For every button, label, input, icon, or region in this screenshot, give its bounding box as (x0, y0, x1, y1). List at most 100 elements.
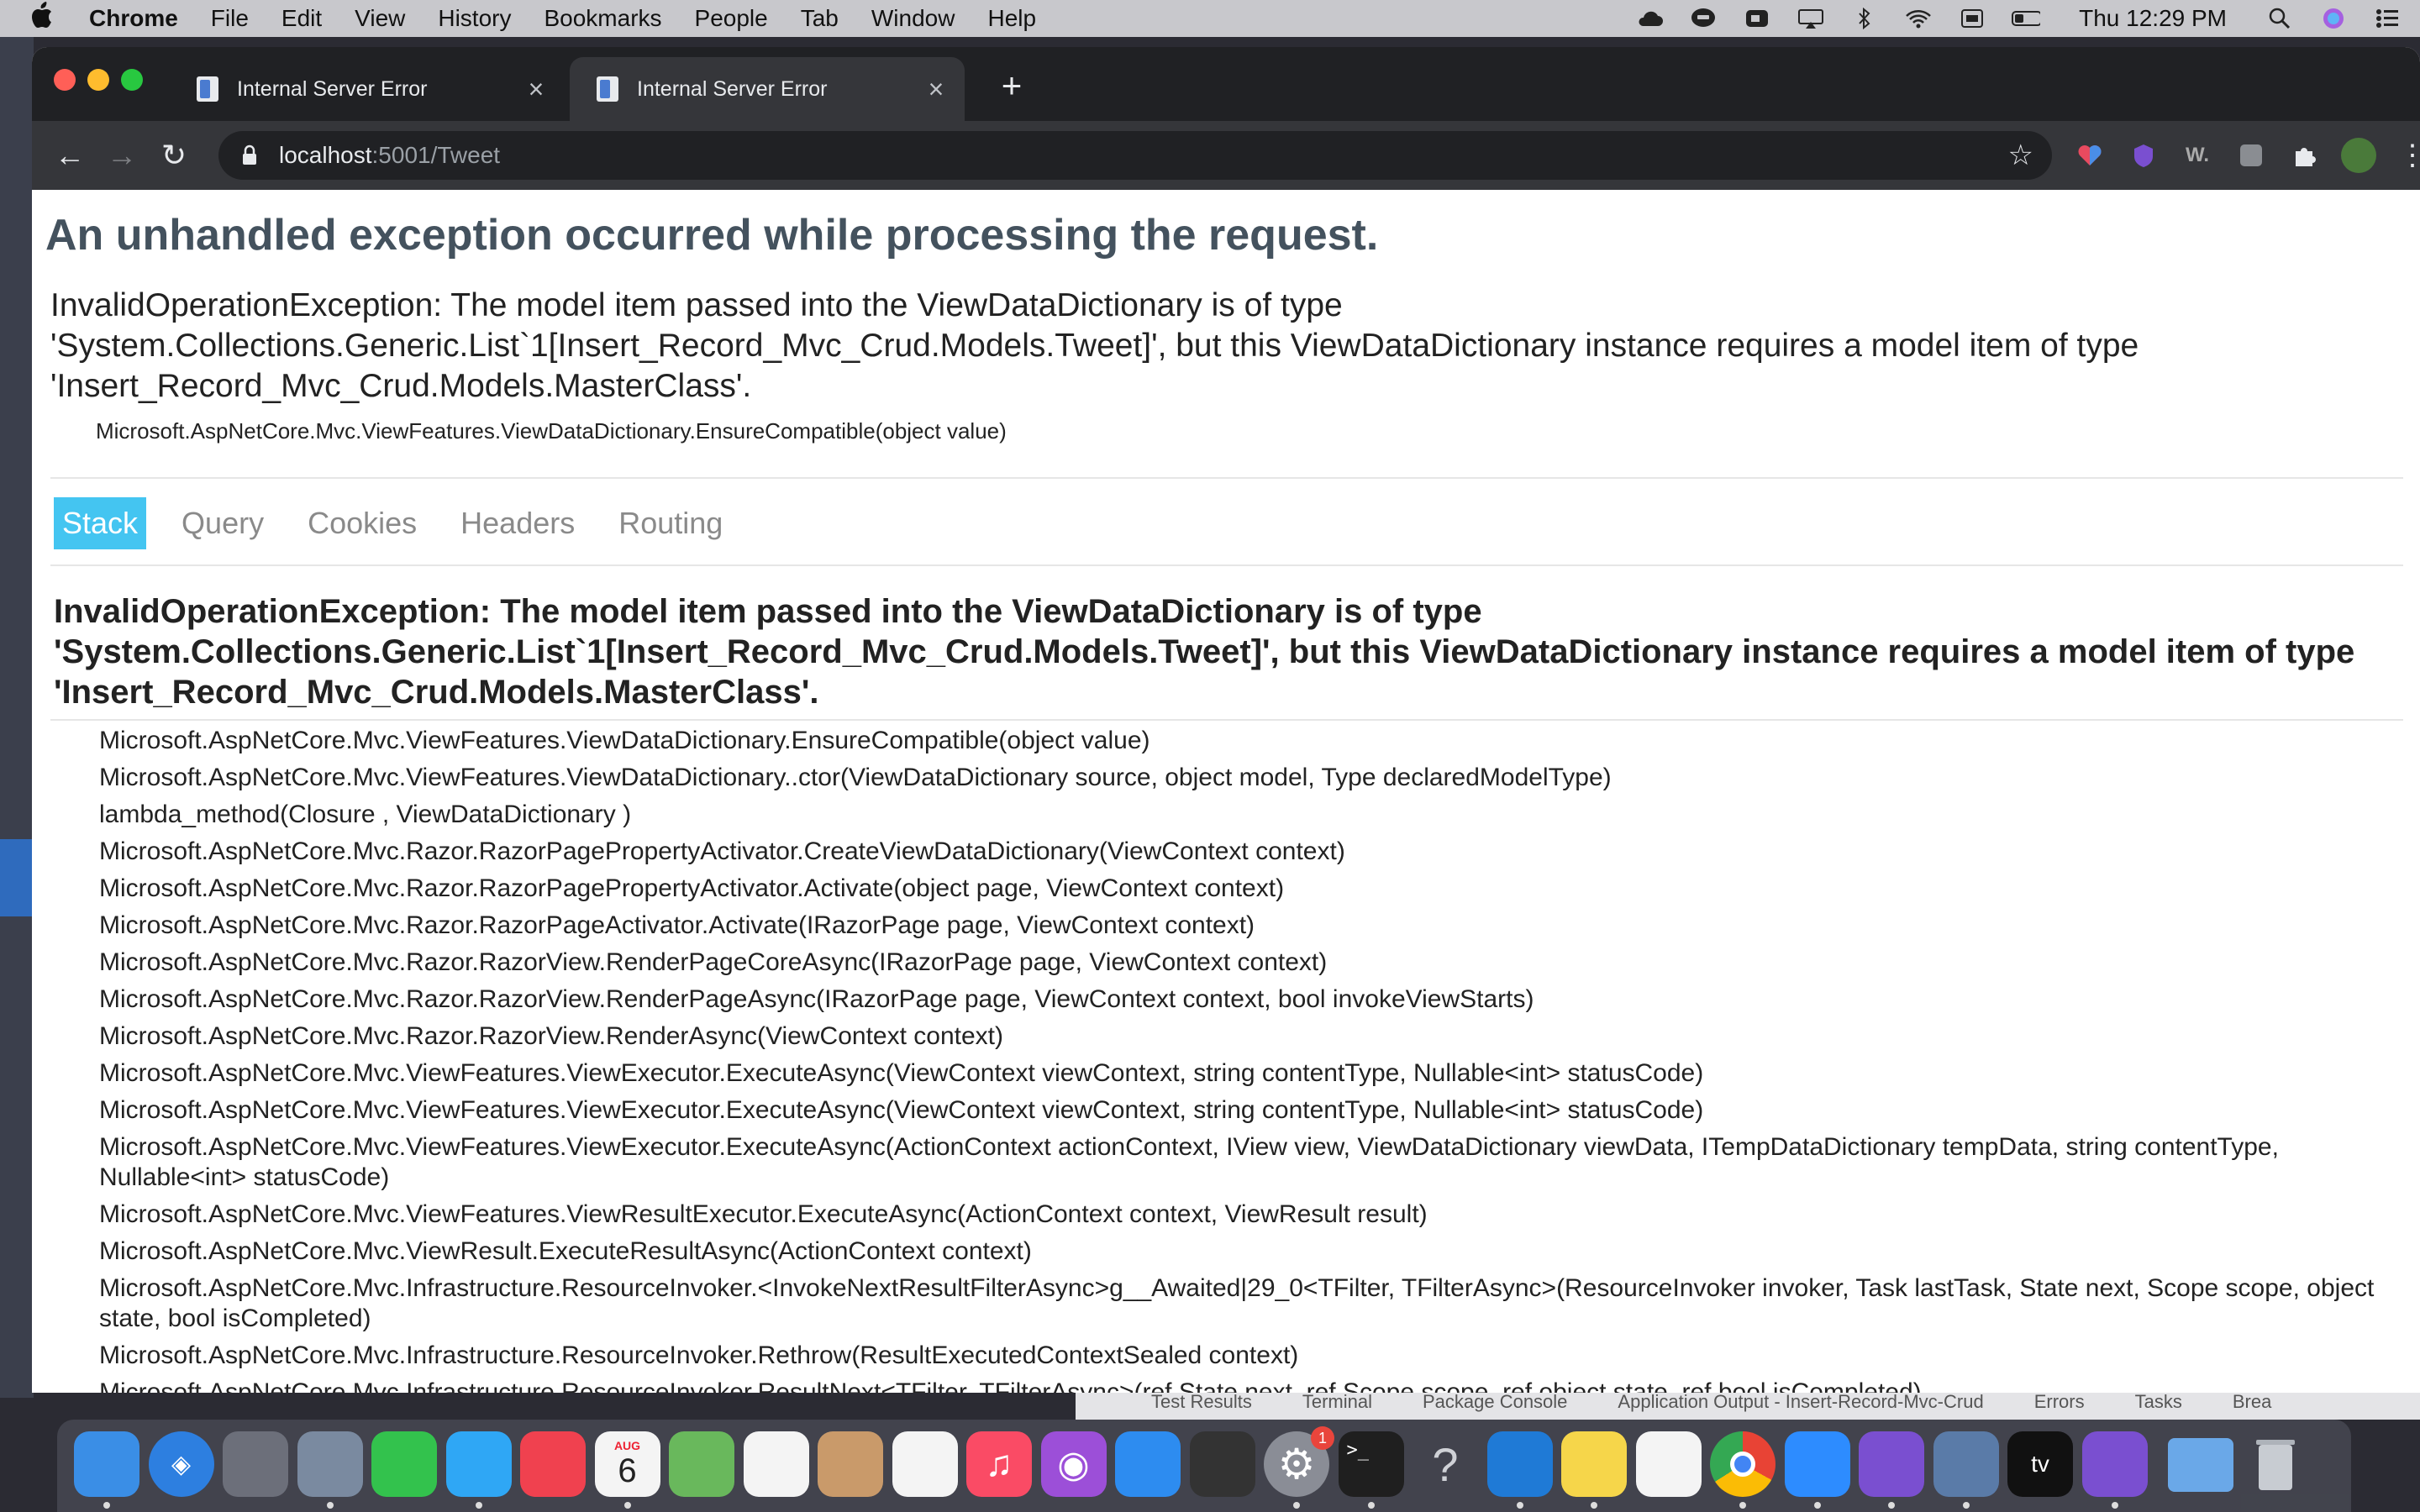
site-info-lock-icon[interactable] (237, 144, 262, 166)
launchpad-icon[interactable] (223, 1431, 288, 1497)
extension-square-icon[interactable] (2233, 138, 2269, 173)
system-preferences-icon[interactable]: ⚙ 1 (1264, 1426, 1334, 1497)
extension-w-icon[interactable]: W. (2180, 138, 2215, 173)
photos-icon[interactable] (743, 1431, 809, 1497)
stack-frame[interactable]: Microsoft.AspNetCore.Mvc.Razor.RazorPage… (99, 837, 2418, 867)
apple-logo-icon[interactable] (29, 1, 66, 36)
bookmark-star-icon[interactable]: ☆ (2008, 139, 2033, 171)
maps-icon[interactable] (669, 1431, 734, 1497)
stack-frame[interactable]: Microsoft.AspNetCore.Mvc.Infrastructure.… (99, 1273, 2418, 1334)
pad-package-console[interactable]: Package Console (1423, 1391, 1567, 1413)
menu-app-name[interactable]: Chrome (89, 5, 178, 32)
stack-frame[interactable]: Microsoft.AspNetCore.Mvc.ViewFeatures.Vi… (99, 726, 2418, 756)
cloud-icon[interactable] (1635, 8, 1664, 29)
menu-file[interactable]: File (211, 5, 249, 32)
close-tab-icon[interactable]: × (519, 74, 553, 105)
trash-icon[interactable] (2243, 1431, 2308, 1497)
stack-frame[interactable]: Microsoft.AspNetCore.Mvc.ViewFeatures.Vi… (99, 1200, 2418, 1230)
piano-icon[interactable] (1189, 1431, 1255, 1497)
stack-frame[interactable]: Microsoft.AspNetCore.Mvc.Razor.RazorPage… (99, 911, 2418, 941)
stack-frame[interactable]: Microsoft.AspNetCore.Mvc.Razor.RazorView… (99, 1021, 2418, 1052)
stack-frame[interactable]: Microsoft.AspNetCore.Mvc.ViewFeatures.Vi… (99, 1058, 2418, 1089)
notes-icon[interactable] (1561, 1431, 1627, 1497)
stack-frame[interactable]: Microsoft.AspNetCore.Mvc.ViewFeatures.Vi… (99, 1095, 2418, 1126)
menu-bookmarks[interactable]: Bookmarks (544, 5, 661, 32)
stack-frame[interactable]: Microsoft.AspNetCore.Mvc.Razor.RazorPage… (99, 874, 2418, 904)
menu-view[interactable]: View (355, 5, 405, 32)
facetime-icon[interactable] (371, 1431, 437, 1497)
notification-center-icon[interactable] (2373, 8, 2402, 29)
menu-window[interactable]: Window (871, 5, 955, 32)
stack-frame[interactable]: Microsoft.AspNetCore.Mvc.Razor.RazorView… (99, 984, 2418, 1015)
calendar-icon[interactable]: AUG 6 (594, 1431, 660, 1497)
stack-frame[interactable]: Microsoft.AspNetCore.Mvc.ViewFeatures.Vi… (99, 1132, 2418, 1193)
help-icon[interactable]: ? (1413, 1431, 1478, 1497)
terminal-icon[interactable]: >_ (1338, 1431, 1404, 1497)
menu-help[interactable]: Help (987, 5, 1036, 32)
stack-frame[interactable]: lambda_method(Closure , ViewDataDictiona… (99, 800, 2418, 830)
reminders-icon[interactable] (892, 1431, 958, 1497)
keyboard-input-icon[interactable] (1958, 8, 1986, 29)
apple-tv-icon[interactable]: tv (2007, 1431, 2073, 1497)
minimize-window-button[interactable] (87, 69, 109, 91)
menu-tab[interactable]: Tab (801, 5, 839, 32)
pad-errors[interactable]: Errors (2034, 1391, 2085, 1413)
tab-routing[interactable]: Routing (610, 497, 731, 549)
spotlight-search-icon[interactable] (2265, 8, 2294, 29)
close-tab-icon[interactable]: × (919, 74, 953, 105)
bluetooth-icon[interactable] (1850, 8, 1879, 29)
mysql-workbench-icon[interactable] (1933, 1431, 1999, 1497)
stack-frame[interactable]: Microsoft.AspNetCore.Mvc.ViewResult.Exec… (99, 1236, 2418, 1267)
address-bar[interactable]: localhost:5001/Tweet ☆ (218, 131, 2052, 180)
tab-query[interactable]: Query (173, 497, 272, 549)
pad-terminal[interactable]: Terminal (1302, 1391, 1372, 1413)
battery-icon[interactable] (2012, 8, 2041, 29)
reload-icon[interactable]: ↻ (153, 134, 195, 176)
menu-people[interactable]: People (695, 5, 768, 32)
browser-tab-2-active[interactable]: Internal Server Error × (570, 57, 965, 121)
safari-icon[interactable]: ◈ (148, 1431, 214, 1497)
app-store-icon[interactable] (1115, 1431, 1181, 1497)
music-icon[interactable]: ♫ (966, 1431, 1032, 1497)
video-camera-icon[interactable] (1743, 8, 1771, 29)
preview-icon[interactable] (297, 1431, 363, 1497)
chrome-menu-icon[interactable]: ⋮ (2395, 138, 2420, 173)
pad-tasks[interactable]: Tasks (2135, 1391, 2182, 1413)
close-window-button[interactable] (54, 69, 76, 91)
contacts-icon[interactable] (818, 1431, 883, 1497)
podcasts-icon[interactable]: ◉ (1040, 1431, 1107, 1497)
pad-test-results[interactable]: Test Results (1151, 1391, 1252, 1413)
vscode-icon[interactable] (1486, 1431, 1553, 1497)
airplay-icon[interactable] (1797, 8, 1825, 29)
menu-edit[interactable]: Edit (281, 5, 322, 32)
stack-frame[interactable]: Microsoft.AspNetCore.Mvc.Infrastructure.… (99, 1341, 2418, 1371)
chrome-icon[interactable] (1710, 1431, 1776, 1497)
browser-tab-1[interactable]: Internal Server Error × (170, 57, 565, 121)
tab-cookies[interactable]: Cookies (299, 497, 425, 549)
address-url[interactable]: localhost:5001/Tweet (279, 142, 500, 169)
visual-studio-2-icon[interactable] (2081, 1431, 2148, 1497)
tab-stack[interactable]: Stack (54, 497, 147, 549)
messages-icon[interactable] (445, 1431, 512, 1497)
chat-bubble-icon[interactable] (1689, 8, 1718, 29)
pad-application-output[interactable]: Application Output - Insert-Record-Mvc-C… (1618, 1391, 1983, 1413)
news-icon[interactable] (520, 1431, 586, 1497)
siri-icon[interactable] (2319, 8, 2348, 29)
slack-icon[interactable] (1635, 1431, 1702, 1497)
finder-icon[interactable] (74, 1431, 139, 1497)
stack-frame[interactable]: Microsoft.AspNetCore.Mvc.Infrastructure.… (99, 1378, 2418, 1393)
profile-avatar[interactable] (2341, 138, 2376, 173)
fullscreen-window-button[interactable] (121, 69, 143, 91)
extension-heart-icon[interactable] (2072, 138, 2107, 173)
menu-history[interactable]: History (438, 5, 511, 32)
extension-shield-icon[interactable] (2126, 138, 2161, 173)
stack-frame[interactable]: Microsoft.AspNetCore.Mvc.Razor.RazorView… (99, 948, 2418, 978)
zoom-icon[interactable] (1784, 1431, 1850, 1497)
extensions-puzzle-icon[interactable] (2287, 138, 2323, 173)
back-arrow-icon[interactable]: ← (49, 134, 91, 176)
downloads-folder-icon[interactable] (2168, 1438, 2233, 1492)
new-tab-plus-icon[interactable]: + (992, 66, 1032, 106)
menu-bar-clock[interactable]: Thu 12:29 PM (2079, 5, 2227, 32)
wifi-icon[interactable] (1904, 8, 1933, 29)
stack-frame[interactable]: Microsoft.AspNetCore.Mvc.ViewFeatures.Vi… (99, 763, 2418, 793)
